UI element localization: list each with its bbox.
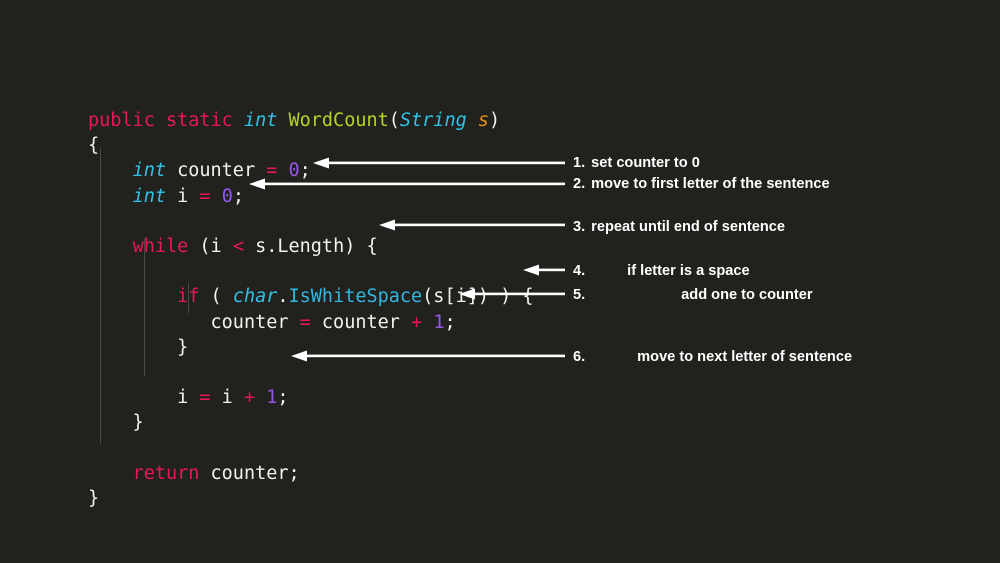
annotation-number: 4. bbox=[573, 263, 586, 279]
code-token: + bbox=[243, 387, 256, 409]
code-token: public bbox=[88, 110, 155, 131]
line-increment-counter: counter = counter + 1; bbox=[88, 310, 534, 335]
code-token: } bbox=[88, 412, 144, 434]
annotation-number: 6. bbox=[573, 349, 586, 365]
line-blank-4 bbox=[88, 435, 534, 460]
code-token: 1 bbox=[433, 311, 445, 333]
annotation-number: 1. bbox=[573, 155, 586, 171]
annotation-text: if letter is a space bbox=[627, 263, 750, 279]
code-token: char bbox=[232, 286, 278, 308]
code-token: ; bbox=[277, 387, 289, 409]
code-token: WordCount bbox=[288, 110, 389, 131]
line-signature: public static int WordCount(String s) bbox=[88, 108, 534, 133]
code-token: ; bbox=[444, 311, 456, 333]
arrow-1 bbox=[313, 156, 565, 170]
code-token: ( bbox=[388, 110, 400, 131]
code-token: counter; bbox=[199, 462, 300, 484]
code-token: < bbox=[232, 235, 244, 257]
code-token: ) bbox=[489, 110, 501, 131]
line-close-while: } bbox=[88, 410, 534, 435]
code-token: 1 bbox=[266, 387, 278, 409]
code-token: 0 bbox=[221, 185, 233, 207]
line-blank-3 bbox=[88, 360, 534, 385]
code-token: . bbox=[277, 286, 289, 308]
code-token: s bbox=[477, 110, 489, 131]
annotation-4: 4. if letter is a space bbox=[573, 263, 750, 279]
annotation-number: 5. bbox=[573, 287, 586, 303]
slide-canvas: public static int WordCount(String s){ i… bbox=[0, 0, 1000, 563]
arrow-4 bbox=[523, 263, 565, 277]
code-token: int bbox=[243, 110, 278, 131]
annotation-number: 2. bbox=[573, 176, 586, 192]
arrow-3 bbox=[379, 218, 565, 232]
annotation-3: 3. repeat until end of sentence bbox=[573, 219, 785, 235]
annotation-number: 3. bbox=[573, 219, 586, 235]
code-token: int bbox=[132, 160, 166, 182]
code-token: } bbox=[88, 487, 100, 509]
code-token: (i bbox=[188, 235, 233, 257]
code-token: + bbox=[411, 311, 423, 333]
code-token: int bbox=[132, 185, 166, 207]
code-token: i bbox=[88, 387, 200, 409]
annotation-5: 5. add one to counter bbox=[573, 287, 813, 303]
arrow-6 bbox=[291, 349, 565, 363]
arrow-5 bbox=[459, 287, 565, 301]
code-token: counter bbox=[210, 311, 300, 333]
code-token: ( bbox=[199, 286, 233, 308]
code-token: String bbox=[399, 110, 467, 131]
code-token: i bbox=[165, 185, 200, 207]
code-token: counter bbox=[310, 311, 412, 333]
code-token: return bbox=[132, 462, 200, 484]
line-increment-i: i = i + 1; bbox=[88, 385, 534, 410]
code-token: } bbox=[88, 336, 189, 358]
arrow-2 bbox=[249, 177, 565, 191]
code-token: { bbox=[88, 135, 100, 157]
annotation-1: 1. set counter to 0 bbox=[573, 155, 700, 171]
code-token: IsWhiteSpace bbox=[288, 286, 423, 308]
annotation-text: add one to counter bbox=[681, 287, 813, 303]
annotation-text: move to first letter of the sentence bbox=[591, 176, 830, 192]
code-token: if bbox=[177, 286, 200, 308]
code-token: = bbox=[299, 311, 311, 333]
line-open-brace: { bbox=[88, 133, 534, 158]
line-while: while (i < s.Length) { bbox=[88, 234, 534, 259]
annotation-text: move to next letter of sentence bbox=[637, 349, 853, 365]
code-token: = bbox=[199, 387, 211, 409]
line-return: return counter; bbox=[88, 461, 534, 486]
line-blank-2 bbox=[88, 259, 534, 284]
code-token: ; bbox=[232, 185, 244, 207]
annotation-6: 6. move to next letter of sentence bbox=[573, 349, 852, 365]
code-token: s.Length) { bbox=[243, 235, 378, 257]
code-token: i bbox=[210, 387, 244, 409]
annotation-text: set counter to 0 bbox=[591, 155, 700, 171]
annotation-2: 2. move to first letter of the sentence bbox=[573, 176, 830, 192]
code-token: = bbox=[199, 185, 211, 207]
annotation-text: repeat until end of sentence bbox=[591, 219, 785, 235]
line-close-method: } bbox=[88, 486, 534, 511]
code-token: static bbox=[165, 110, 233, 131]
code-token: while bbox=[132, 235, 189, 257]
